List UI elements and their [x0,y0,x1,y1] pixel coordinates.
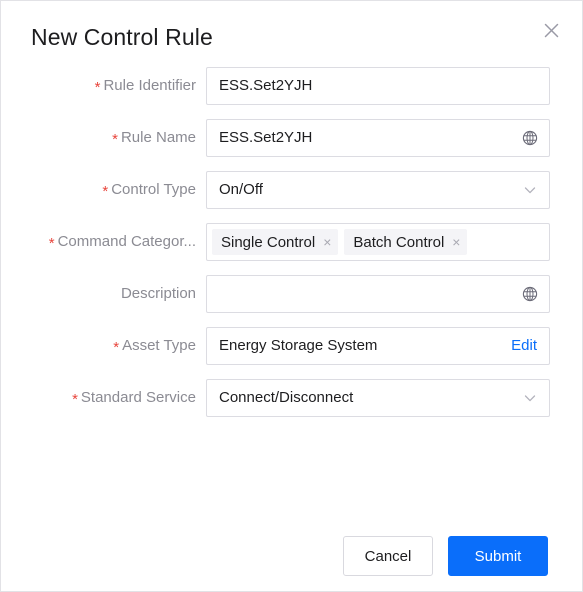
field-label-asset-type: * Asset Type [1,327,196,365]
field-label-text: Standard Service [80,389,196,406]
control-rule-form: * Rule Identifier ESS.Set2YJH * Rule Name ESS… [1,67,582,431]
field-label-text: Rule Identifier [103,77,196,94]
required-asterisk: * [113,339,120,356]
close-icon[interactable] [536,15,566,45]
field-label-standard-service: * Standard Service [1,379,196,417]
tag-batch-control[interactable]: Batch Control × [344,229,468,255]
field-label-text: Asset Type [122,337,196,354]
cancel-button[interactable]: Cancel [343,536,433,576]
required-asterisk: * [102,183,109,200]
field-value-description[interactable] [219,276,511,312]
field-label-text: Command Categor... [57,233,196,250]
field-value-rule-identifier[interactable]: ESS.Set2YJH [219,68,511,104]
globe-icon[interactable] [521,120,539,156]
chevron-down-icon[interactable] [521,172,539,208]
field-value-standard-service[interactable]: Connect/Disconnect [219,380,511,416]
dialog-footer: Cancel Submit [1,521,582,591]
tag-label: Batch Control [353,233,445,251]
form-row-command-categor: * Command Categor... Single Control × Batch … [1,223,582,275]
form-row-control-type: * Control Type On/Off [1,171,582,223]
field-value-rule-name[interactable]: ESS.Set2YJH [219,120,511,156]
field-label-control-type: * Control Type [1,171,196,209]
submit-button[interactable]: Submit [448,536,548,576]
form-row-rule-identifier: * Rule Identifier ESS.Set2YJH [1,67,582,119]
required-asterisk: * [72,391,78,408]
field-command-categor[interactable]: Single Control × Batch Control × [206,223,550,261]
form-row-asset-type: * Asset Type Energy Storage System Edit [1,327,582,379]
form-row-description: Description [1,275,582,327]
field-label-command-categor: * Command Categor... [1,223,196,261]
tag-label: Single Control [221,233,316,251]
form-row-rule-name: * Rule Name ESS.Set2YJH [1,119,582,171]
field-rule-name[interactable]: ESS.Set2YJH [206,119,550,157]
dialog-title: New Control Rule [31,24,213,50]
tag-single-control[interactable]: Single Control × [212,229,339,255]
required-asterisk: * [112,131,118,148]
field-label-rule-identifier: * Rule Identifier [1,67,196,105]
field-label-text: Control Type [111,181,196,198]
field-label-rule-name: * Rule Name [1,119,196,157]
field-asset-type[interactable]: Energy Storage System Edit [206,327,550,365]
edit-link[interactable]: Edit [511,328,537,364]
tag-list: Single Control × Batch Control × [212,224,468,260]
form-row-standard-service: * Standard Service Connect/Disconnect [1,379,582,431]
required-asterisk: * [94,79,101,96]
new-control-rule-dialog: New Control Rule * Rule Identifier ESS.Set… [0,0,583,592]
field-value-asset-type[interactable]: Energy Storage System [219,328,511,364]
field-rule-identifier[interactable]: ESS.Set2YJH [206,67,550,105]
tag-remove-icon[interactable]: × [323,235,331,249]
field-standard-service[interactable]: Connect/Disconnect [206,379,550,417]
globe-icon[interactable] [521,276,539,312]
field-label-text: Description [120,285,196,302]
field-description[interactable] [206,275,550,313]
field-label-text: Rule Name [120,129,196,146]
field-value-control-type[interactable]: On/Off [219,172,511,208]
tag-remove-icon[interactable]: × [452,235,460,249]
field-label-description: Description [1,275,196,313]
field-control-type[interactable]: On/Off [206,171,550,209]
chevron-down-icon[interactable] [521,380,539,416]
dialog-header: New Control Rule [1,1,582,67]
required-asterisk: * [48,235,55,252]
